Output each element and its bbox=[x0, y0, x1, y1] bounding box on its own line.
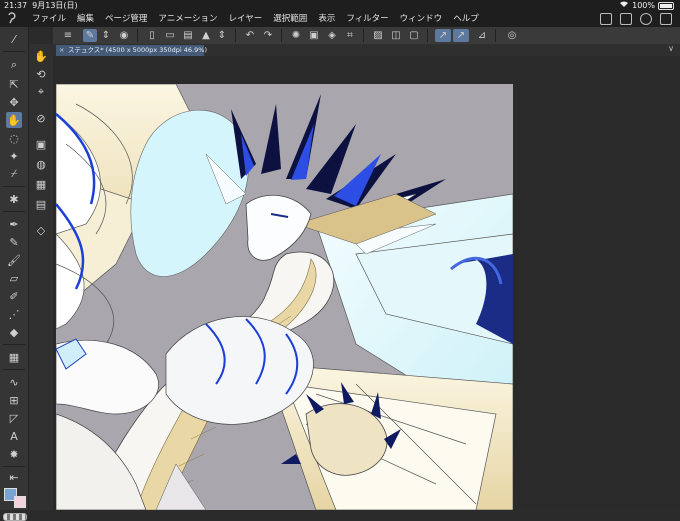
decoration-icon[interactable]: ✐ bbox=[6, 288, 22, 304]
gradient-icon[interactable]: ▦ bbox=[6, 349, 22, 365]
sub-tool-strip: ✋ ⟲ ⌖ ⊘ ▣ ◍ ▦ ▤ ◇ bbox=[29, 44, 54, 510]
settings-icon[interactable] bbox=[620, 13, 632, 25]
menu-layer[interactable]: レイヤー bbox=[229, 12, 263, 27]
blend-icon[interactable]: ✱ bbox=[6, 191, 22, 207]
menu-view[interactable]: 表示 bbox=[318, 12, 335, 27]
eraser-icon[interactable]: ▱ bbox=[6, 270, 22, 286]
layer-icon[interactable]: ◇ bbox=[33, 222, 49, 238]
eyedropper-icon[interactable]: ⌿ bbox=[6, 166, 22, 182]
quick-access-icon[interactable]: ◎ bbox=[505, 29, 519, 42]
correct-line-icon[interactable]: ✸ bbox=[6, 446, 22, 462]
menu-animation[interactable]: アニメーション bbox=[158, 12, 217, 27]
color-wheel-icon[interactable]: ◍ bbox=[33, 156, 49, 172]
select-layer-icon[interactable]: ⇤ bbox=[6, 469, 22, 485]
clear-icon[interactable]: ▣ bbox=[307, 29, 321, 42]
selection-icon[interactable]: ▢ bbox=[407, 29, 421, 42]
hand-icon[interactable]: ✋ bbox=[6, 112, 22, 128]
invert-selection-icon[interactable]: ◫ bbox=[389, 29, 403, 42]
open-folder-icon[interactable]: ▭ bbox=[163, 29, 177, 42]
redo-icon[interactable]: ↷ bbox=[261, 29, 275, 42]
rotate-subtool-icon[interactable]: ⟲ bbox=[33, 66, 49, 82]
object-icon[interactable]: ⇱ bbox=[6, 76, 22, 92]
menu-right-icons bbox=[600, 13, 672, 25]
move-icon[interactable]: ✥ bbox=[6, 94, 22, 110]
share-icon[interactable] bbox=[600, 13, 612, 25]
menu-help[interactable]: ヘルプ bbox=[453, 12, 479, 27]
tool-palette: ⁄ ⌕ ⇱ ✥ ✋ ◌ ✦ ⌿ ✱ ✒ ✎ 🖌 ▱ ✐ ⋰ ◆ ▦ ∿ ⊞ ◸ … bbox=[0, 27, 29, 521]
companion-icon[interactable] bbox=[640, 13, 652, 25]
menu-filter[interactable]: フィルター bbox=[346, 12, 388, 27]
color-set-icon[interactable]: ▦ bbox=[33, 176, 49, 192]
new-file-icon[interactable]: ▯ bbox=[145, 29, 159, 42]
brush-icon[interactable]: 🖌 bbox=[6, 252, 22, 268]
zoom-icon[interactable]: ⌕ bbox=[6, 57, 22, 73]
status-right: 100% bbox=[619, 0, 674, 12]
tool-property-icon[interactable]: ✎ bbox=[83, 29, 97, 42]
menu-bar: ファイル 編集 ページ管理 アニメーション レイヤー 選択範囲 表示 フィルター… bbox=[0, 12, 680, 27]
menu-icon[interactable]: ≡ bbox=[61, 29, 75, 42]
battery-percent: 100% bbox=[632, 1, 655, 10]
battery-icon bbox=[658, 2, 674, 10]
figure-icon[interactable]: ∿ bbox=[6, 374, 22, 390]
command-bar: ≡ ✎ ⇕ ◉ ▯ ▭ ▤ ▲ ⇕ ↶ ↷ ✺ ▣ ◈ ⌗ ▨ ◫ ▢ ↗ ↗ … bbox=[53, 27, 680, 45]
transparent-color-swatch[interactable] bbox=[3, 513, 27, 521]
close-tab-icon[interactable]: × bbox=[59, 45, 64, 56]
pen-icon[interactable]: ✒ bbox=[6, 216, 22, 232]
wifi-icon bbox=[619, 0, 629, 12]
export-icon[interactable]: ▲ bbox=[199, 29, 213, 42]
balloon-icon[interactable]: ◸ bbox=[6, 410, 22, 426]
undo-icon[interactable]: ↶ bbox=[243, 29, 257, 42]
app-logo-icon[interactable] bbox=[6, 12, 20, 27]
status-time: 21:37 9月13日(日) bbox=[4, 1, 78, 10]
menu-selection[interactable]: 選択範囲 bbox=[273, 12, 307, 27]
dragon-artwork bbox=[56, 84, 513, 510]
pencil-icon[interactable]: ✎ bbox=[6, 234, 22, 250]
deselect-icon[interactable]: ▨ bbox=[371, 29, 385, 42]
text-icon[interactable]: A bbox=[6, 428, 22, 444]
layer-property-icon[interactable]: ▣ bbox=[33, 136, 49, 152]
menu-window[interactable]: ウィンドウ bbox=[400, 12, 443, 27]
menu-items: ファイル 編集 ページ管理 アニメーション レイヤー 選択範囲 表示 フィルター… bbox=[32, 12, 479, 27]
loading-icon[interactable]: ✺ bbox=[289, 29, 303, 42]
transform-icon[interactable]: ⌗ bbox=[343, 29, 357, 42]
menu-file[interactable]: ファイル bbox=[32, 12, 66, 27]
chevron-updown-icon-2[interactable]: ⇕ bbox=[215, 29, 229, 42]
document-tab[interactable]: × ステュクス* (4500 x 5000px 350dpi 46.9%) bbox=[56, 45, 207, 56]
pen-shortcut-icon[interactable]: ⁄ bbox=[6, 31, 22, 47]
status-bar: 21:37 9月13日(日) 100% bbox=[0, 0, 680, 12]
menu-page[interactable]: ページ管理 bbox=[105, 12, 147, 27]
hand-subtool-icon[interactable]: ✋ bbox=[33, 48, 49, 64]
document-tab-label: ステュクス* (4500 x 5000px 350dpi 46.9%) bbox=[68, 46, 207, 54]
chevron-updown-icon[interactable]: ⇕ bbox=[99, 29, 113, 42]
ruler-snap-icon[interactable]: ↗ bbox=[435, 29, 451, 42]
document-tab-bar: × ステュクス* (4500 x 5000px 350dpi 46.9%) ∨ bbox=[53, 44, 680, 56]
lasso-icon[interactable]: ◌ bbox=[6, 130, 22, 146]
airbrush-icon[interactable]: ⋰ bbox=[6, 306, 22, 322]
menu-edit[interactable]: 編集 bbox=[77, 12, 94, 27]
fill-icon[interactable]: ◈ bbox=[325, 29, 339, 42]
search-icon[interactable]: ⊘ bbox=[33, 110, 49, 126]
fill-bucket-icon[interactable]: ◆ bbox=[6, 324, 22, 340]
save-icon[interactable]: ▤ bbox=[181, 29, 195, 42]
layout-icon[interactable] bbox=[660, 13, 672, 25]
material-icon[interactable]: ◉ bbox=[117, 29, 131, 42]
grid-snap-icon[interactable]: ⊿ bbox=[475, 29, 489, 42]
navigator-icon[interactable]: ⌖ bbox=[33, 84, 49, 100]
sub-color-swatch[interactable] bbox=[14, 496, 26, 508]
history-icon[interactable]: ▤ bbox=[33, 196, 49, 212]
frame-icon[interactable]: ⊞ bbox=[6, 392, 22, 408]
magic-wand-icon[interactable]: ✦ bbox=[6, 148, 22, 164]
special-ruler-snap-icon[interactable]: ↗ bbox=[453, 29, 469, 42]
artwork-canvas[interactable] bbox=[56, 84, 513, 510]
chevron-down-icon[interactable]: ∨ bbox=[668, 44, 674, 53]
